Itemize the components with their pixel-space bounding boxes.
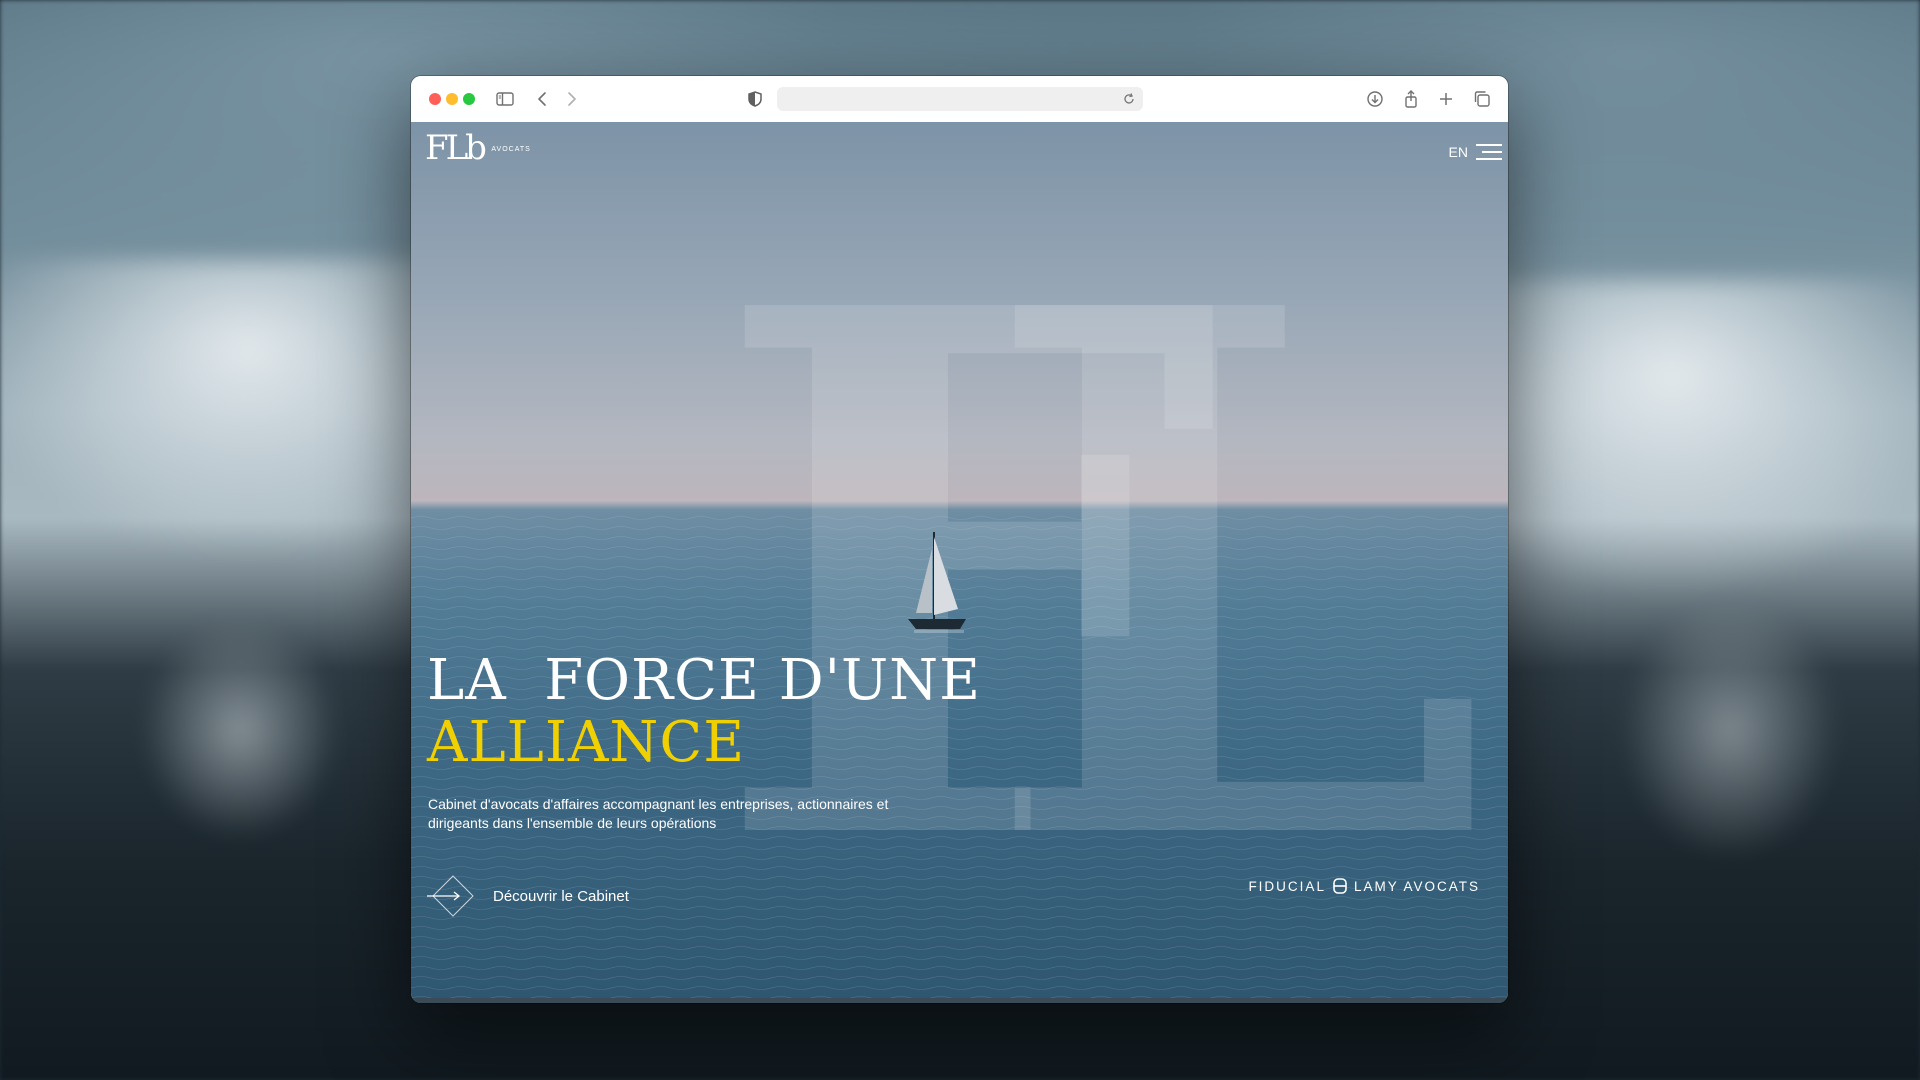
back-arrow-icon[interactable] bbox=[532, 88, 554, 110]
partner-name-right: LAMY AVOCATS bbox=[1353, 878, 1480, 894]
partner-link-icon bbox=[1333, 878, 1347, 894]
zoom-window-button[interactable] bbox=[463, 93, 475, 105]
discover-firm-label: Découvrir le Cabinet bbox=[493, 887, 629, 905]
minimize-window-button[interactable] bbox=[446, 93, 458, 105]
tab-overview-icon[interactable] bbox=[1471, 88, 1493, 110]
ghost-monogram-letter-l: L bbox=[981, 154, 1488, 1000]
hero-description: Cabinet d'avocats d'affaires accompagnan… bbox=[428, 796, 889, 831]
new-tab-plus-icon[interactable] bbox=[1435, 88, 1457, 110]
sailboat-image bbox=[908, 532, 966, 633]
browser-toolbar bbox=[411, 76, 1508, 123]
hero-headline: LA FORCE D'UNE ALLIANCE bbox=[427, 650, 981, 774]
logo-wordmark: AVOCATS bbox=[491, 146, 531, 153]
arrow-diamond-icon bbox=[427, 875, 474, 917]
reload-icon[interactable] bbox=[1121, 91, 1137, 107]
logo-monogram: FLb bbox=[425, 128, 487, 168]
headline-line-2-accent: ALLIANCE bbox=[427, 710, 746, 775]
sidebar-toggle-icon[interactable] bbox=[494, 88, 516, 110]
hero-section: F L FLb AVOCATS EN LA FORCE D'UNE ALLIAN… bbox=[411, 122, 1508, 1003]
site-logo[interactable]: FLb AVOCATS bbox=[425, 128, 531, 168]
language-switch[interactable]: EN bbox=[1449, 144, 1468, 160]
headline-line-1: LA FORCE D'UNE bbox=[427, 648, 982, 713]
browser-window: F L FLb AVOCATS EN LA FORCE D'UNE ALLIAN… bbox=[411, 76, 1508, 1003]
discover-firm-button[interactable]: Découvrir le Cabinet bbox=[427, 874, 629, 918]
address-bar[interactable] bbox=[777, 87, 1143, 111]
snow-peak-left bbox=[0, 260, 440, 560]
downloads-icon[interactable] bbox=[1364, 88, 1386, 110]
partner-logo: FIDUCIAL LAMY AVOCATS bbox=[1248, 877, 1480, 895]
partner-name-left: FIDUCIAL bbox=[1248, 878, 1326, 894]
hamburger-menu-icon[interactable] bbox=[1476, 144, 1502, 162]
close-window-button[interactable] bbox=[429, 93, 441, 105]
share-icon[interactable] bbox=[1400, 88, 1422, 110]
snow-patch-right bbox=[1620, 600, 1840, 860]
snow-patch-left bbox=[140, 620, 340, 840]
snow-peak-right bbox=[1480, 280, 1920, 600]
privacy-shield-icon[interactable] bbox=[744, 88, 766, 110]
forward-arrow-icon[interactable] bbox=[560, 88, 582, 110]
page-bottom-edge bbox=[411, 998, 1508, 1003]
